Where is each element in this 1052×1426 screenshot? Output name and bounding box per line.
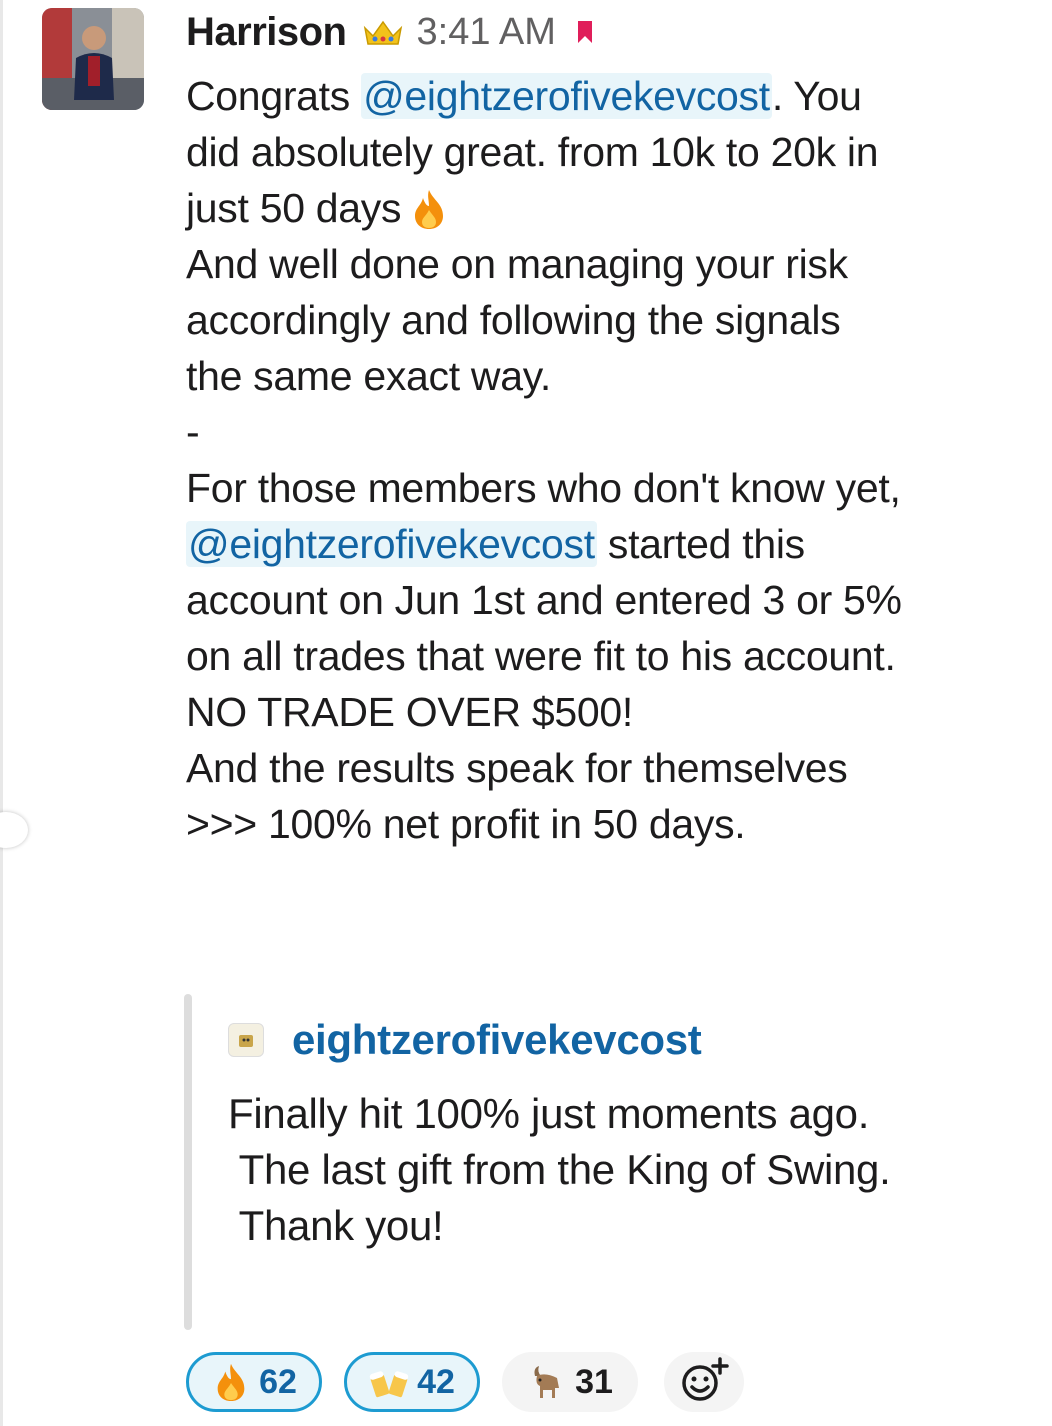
message-line: For those members who don't know yet, — [186, 465, 901, 511]
sender-name[interactable]: Harrison — [186, 10, 347, 55]
beer-mugs-icon — [369, 1362, 409, 1402]
quoted-message: Finally hit 100% just moments ago. The l… — [228, 1086, 891, 1254]
timestamp[interactable]: 3:41 AM — [417, 11, 556, 54]
message-line: NO TRADE OVER $500! — [186, 689, 633, 735]
user-mention[interactable]: @eightzerofivekevcost — [186, 521, 597, 567]
reaction-beer-mugs[interactable]: 42 — [344, 1352, 480, 1412]
quote-bar — [184, 994, 192, 1330]
reaction-fire[interactable]: 62 — [186, 1352, 322, 1412]
quoted-author-avatar — [228, 1023, 264, 1057]
user-mention[interactable]: @eightzerofivekevcost — [361, 73, 772, 119]
quoted-author[interactable]: eightzerofivekevcost — [228, 1010, 702, 1070]
quoted-author-name[interactable]: eightzerofivekevcost — [292, 1016, 702, 1064]
message-line: accordingly and following the signals — [186, 297, 841, 343]
scroll-rail — [0, 0, 3, 1426]
message-line: did absolutely great. from 10k to 20k in — [186, 129, 879, 175]
message-line: - — [186, 409, 200, 455]
quoted-line: Finally hit 100% just moments ago. — [228, 1090, 870, 1137]
message-line: account on Jun 1st and entered 3 or 5% — [186, 577, 902, 623]
reaction-goat[interactable]: 31 — [502, 1352, 638, 1412]
crown-icon — [361, 14, 405, 50]
reactions-bar: 62 42 31 — [186, 1352, 744, 1412]
message-line: the same exact way. — [186, 353, 551, 399]
fire-icon — [411, 188, 447, 230]
scroll-handle[interactable] — [0, 812, 28, 848]
message-line: >>> 100% net profit in 50 days. — [186, 801, 746, 847]
fire-icon — [211, 1362, 251, 1402]
message-line: And well done on managing your risk — [186, 241, 848, 287]
message-line: And the results speak for themselves — [186, 745, 848, 791]
message-body: Congrats @eightzerofivekevcost. You did … — [186, 68, 902, 852]
goat-icon — [527, 1362, 567, 1402]
quoted-line: Thank you! — [228, 1202, 444, 1249]
reaction-count: 42 — [417, 1362, 455, 1401]
add-reaction-button[interactable] — [664, 1352, 744, 1412]
message-line: @eightzerofivekevcost started this — [186, 521, 805, 567]
message-line: on all trades that were fit to his accou… — [186, 633, 896, 679]
reaction-count: 62 — [259, 1362, 297, 1401]
message-line: just 50 days — [186, 180, 902, 236]
avatar[interactable] — [42, 8, 144, 110]
reaction-count: 31 — [575, 1362, 613, 1401]
message-line: Congrats @eightzerofivekevcost. You — [186, 73, 862, 119]
bookmark-icon[interactable] — [576, 19, 594, 45]
quoted-line: The last gift from the King of Swing. — [228, 1146, 891, 1193]
add-emoji-icon — [678, 1356, 730, 1408]
